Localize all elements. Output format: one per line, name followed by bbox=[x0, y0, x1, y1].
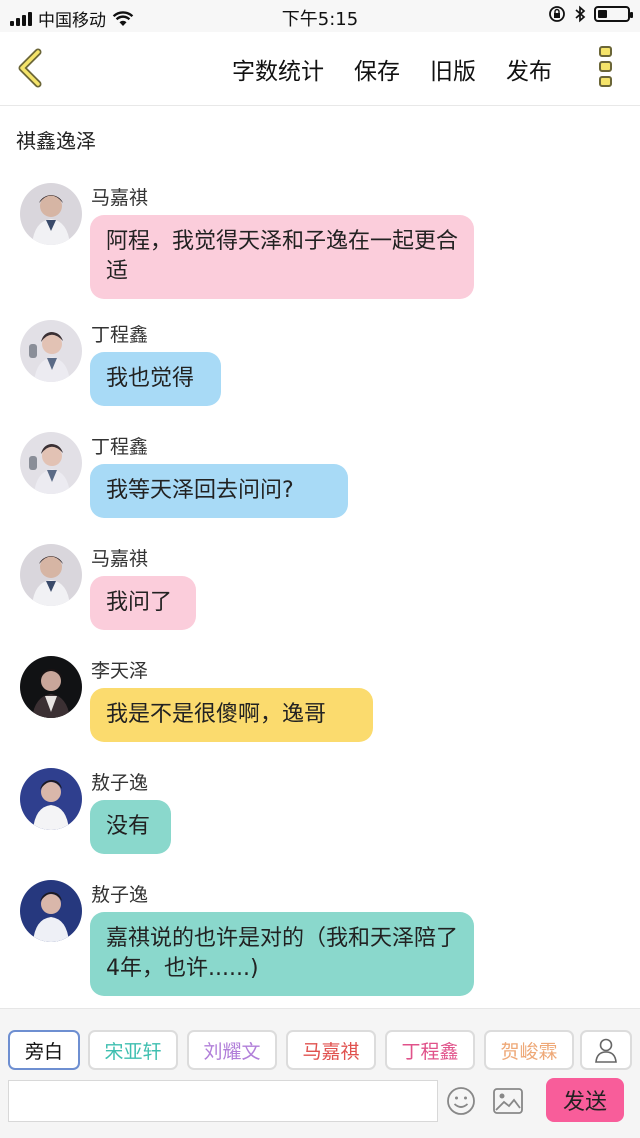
story-title[interactable]: 祺鑫逸泽 bbox=[0, 107, 640, 171]
add-role-button[interactable] bbox=[580, 1030, 632, 1070]
user-icon bbox=[595, 1038, 617, 1063]
avatar[interactable] bbox=[20, 183, 82, 245]
sender-name: 敖子逸 bbox=[91, 884, 149, 906]
message-bubble[interactable]: 我问了 bbox=[90, 576, 196, 630]
chat-message: 敖子逸 嘉祺说的也许是对的（我和天泽陪了4年，也许......) bbox=[0, 872, 640, 997]
sender-name: 马嘉祺 bbox=[91, 548, 149, 570]
battery-icon bbox=[594, 6, 633, 22]
chat-message: 李天泽 我是不是很傻啊，逸哥 bbox=[0, 648, 640, 748]
publish-button[interactable]: 发布 bbox=[506, 52, 552, 86]
message-input[interactable] bbox=[8, 1080, 438, 1122]
chat-message: 敖子逸 没有 bbox=[0, 760, 640, 860]
emoji-icon[interactable] bbox=[446, 1086, 476, 1116]
role-chip-narrator[interactable]: 旁白 bbox=[8, 1030, 80, 1070]
sender-name: 敖子逸 bbox=[91, 772, 149, 794]
sender-name: 丁程鑫 bbox=[91, 324, 149, 346]
message-bubble[interactable]: 我等天泽回去问问? bbox=[90, 464, 348, 518]
send-button[interactable]: 发送 bbox=[546, 1078, 624, 1122]
nav-actions: 字数统计 保存 旧版 发布 bbox=[232, 52, 552, 86]
save-button[interactable]: 保存 bbox=[354, 52, 400, 86]
chat-message: 马嘉祺 我问了 bbox=[0, 536, 640, 636]
role-chip[interactable]: 宋亚轩 bbox=[88, 1030, 178, 1070]
avatar[interactable] bbox=[20, 432, 82, 494]
bluetooth-icon bbox=[575, 5, 586, 23]
avatar[interactable] bbox=[20, 880, 82, 942]
role-chip[interactable]: 马嘉祺 bbox=[286, 1030, 376, 1070]
status-time: 下午5:15 bbox=[281, 9, 359, 30]
status-right bbox=[548, 5, 633, 23]
image-icon[interactable] bbox=[492, 1086, 524, 1116]
role-selector: 旁白 宋亚轩 刘耀文 马嘉祺 丁程鑫 贺峻霖 bbox=[0, 1008, 640, 1078]
role-chip[interactable]: 刘耀文 bbox=[187, 1030, 277, 1070]
top-nav: 字数统计 保存 旧版 发布 bbox=[0, 32, 640, 106]
chat-message: 丁程鑫 我等天泽回去问问? bbox=[0, 424, 640, 524]
message-bubble[interactable]: 没有 bbox=[90, 800, 171, 854]
sender-name: 丁程鑫 bbox=[91, 436, 149, 458]
avatar[interactable] bbox=[20, 544, 82, 606]
orientation-lock-icon bbox=[549, 6, 565, 22]
more-menu-icon[interactable] bbox=[590, 46, 620, 92]
role-chip[interactable]: 丁程鑫 bbox=[385, 1030, 475, 1070]
avatar[interactable] bbox=[20, 656, 82, 718]
chat-message: 丁程鑫 我也觉得 bbox=[0, 312, 640, 412]
input-bar: 发送 bbox=[0, 1078, 640, 1138]
chat-list: 马嘉祺 阿程，我觉得天泽和子逸在一起更合适 丁程鑫 我也觉得 丁程鑫 我等天泽回… bbox=[0, 175, 640, 1007]
sender-name: 李天泽 bbox=[91, 660, 149, 682]
old-version-button[interactable]: 旧版 bbox=[430, 52, 476, 86]
status-bar: 中国移动 下午5:15 bbox=[0, 0, 640, 32]
sender-name: 马嘉祺 bbox=[91, 187, 149, 209]
avatar[interactable] bbox=[20, 768, 82, 830]
avatar[interactable] bbox=[20, 320, 82, 382]
back-icon[interactable] bbox=[12, 46, 48, 90]
word-count-button[interactable]: 字数统计 bbox=[232, 52, 324, 86]
message-bubble[interactable]: 我是不是很傻啊，逸哥 bbox=[90, 688, 373, 742]
role-chip[interactable]: 贺峻霖 bbox=[484, 1030, 574, 1070]
chat-message: 马嘉祺 阿程，我觉得天泽和子逸在一起更合适 bbox=[0, 175, 640, 300]
message-bubble[interactable]: 阿程，我觉得天泽和子逸在一起更合适 bbox=[90, 215, 474, 299]
message-bubble[interactable]: 我也觉得 bbox=[90, 352, 221, 406]
message-bubble[interactable]: 嘉祺说的也许是对的（我和天泽陪了4年，也许......) bbox=[90, 912, 474, 996]
